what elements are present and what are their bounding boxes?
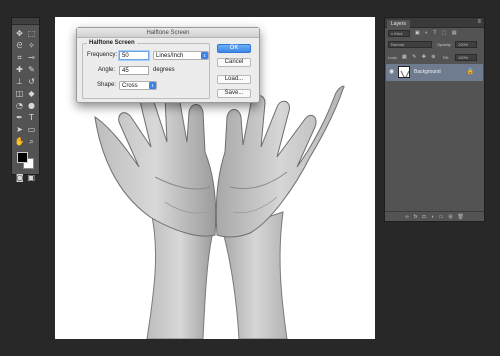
frequency-unit-select[interactable]: Lines/Inch ⇕ bbox=[153, 51, 209, 60]
frequency-label: Frequency: bbox=[87, 52, 118, 58]
layers-panel-footer: ∞ fx ◘ ◑ ▭ ⊞ 🗑 bbox=[385, 211, 484, 221]
layer-name: Background bbox=[414, 69, 441, 75]
layer-style-icon[interactable]: fx bbox=[414, 214, 418, 220]
ok-button[interactable]: OK bbox=[217, 44, 251, 53]
tool-grid: ✥ ⬚ ᘓ ✧ ⌗ ⊸ ✚ ✎ ⊥ ↺ ◫ ◆ ◔ ● ✒ T ➤ ▭ ✋ ⌕ bbox=[12, 25, 39, 147]
opacity-input[interactable]: 100% bbox=[455, 41, 477, 48]
path-selection-tool-icon[interactable]: ➤ bbox=[14, 124, 25, 135]
filter-icons[interactable]: ▣ ◐ T ⬚ ▤ bbox=[415, 30, 459, 36]
kind-filter-value: Kind bbox=[394, 31, 403, 36]
eraser-tool-icon[interactable]: ◫ bbox=[14, 88, 25, 99]
shape-value: Cross bbox=[122, 83, 138, 89]
mode-row: ◙ ▣ bbox=[12, 171, 39, 184]
screen-mode-icon[interactable]: ▣ bbox=[28, 172, 36, 183]
blur-tool-icon[interactable]: ◔ bbox=[14, 100, 25, 111]
shape-select[interactable]: Cross ⇕ bbox=[119, 81, 157, 90]
marquee-tool-icon[interactable]: ⬚ bbox=[26, 28, 37, 39]
paint-bucket-tool-icon[interactable]: ◆ bbox=[26, 88, 37, 99]
angle-unit-label: degrees bbox=[153, 67, 175, 73]
adjustment-layer-icon[interactable]: ◑ bbox=[431, 214, 434, 220]
fill-input[interactable]: 100% bbox=[455, 54, 477, 61]
load-button[interactable]: Load... bbox=[217, 75, 251, 84]
shape-label: Shape: bbox=[97, 82, 117, 88]
zoom-tool-icon[interactable]: ⌕ bbox=[26, 136, 37, 147]
hand-tool-icon[interactable]: ✋ bbox=[14, 136, 25, 147]
foreground-color-swatch[interactable] bbox=[17, 152, 28, 163]
group-title: Halftone Screen bbox=[87, 40, 137, 46]
type-tool-icon[interactable]: T bbox=[26, 112, 37, 123]
lock-icon: 🔒 bbox=[466, 69, 474, 75]
color-swatches bbox=[12, 149, 39, 171]
tab-layers[interactable]: Layers bbox=[387, 20, 411, 28]
kind-filter-select[interactable]: ⌕ Kind bbox=[388, 30, 410, 37]
search-icon: ⌕ bbox=[391, 31, 394, 36]
layers-panel-header: Layers ≡ bbox=[385, 18, 484, 28]
select-arrows-icon: ⇕ bbox=[201, 52, 208, 59]
angle-input[interactable]: 45 bbox=[119, 66, 149, 75]
crop-tool-icon[interactable]: ⌗ bbox=[14, 52, 25, 63]
save-button[interactable]: Save... bbox=[217, 89, 251, 98]
lock-icons[interactable]: ▦ ✎ ✥ ⊕ bbox=[402, 54, 437, 60]
halftone-screen-dialog: Halftone Screen Halftone Screen Frequenc… bbox=[76, 27, 260, 103]
frequency-unit-value: Lines/Inch bbox=[156, 53, 184, 59]
brush-tool-icon[interactable]: ✎ bbox=[26, 64, 37, 75]
lock-row: Lock: ▦ ✎ ✥ ⊕ Fill: 100% bbox=[385, 52, 484, 63]
select-arrows-icon: ⇕ bbox=[149, 82, 156, 89]
blend-row: Normal Opacity: 100% bbox=[385, 39, 484, 50]
eyedropper-tool-icon[interactable]: ⊸ bbox=[26, 52, 37, 63]
add-mask-icon[interactable]: ◘ bbox=[423, 214, 426, 220]
rectangle-tool-icon[interactable]: ▭ bbox=[26, 124, 37, 135]
layer-background[interactable]: ◉ Background 🔒 bbox=[386, 64, 483, 81]
hands-thumbnail-icon bbox=[400, 70, 409, 77]
move-tool-icon[interactable]: ✥ bbox=[14, 28, 25, 39]
layers-panel: Layers ≡ ⌕ Kind ▣ ◐ T ⬚ ▤ Normal Opacity… bbox=[384, 17, 485, 222]
tools-panel-grip[interactable] bbox=[12, 18, 39, 25]
layer-thumbnail bbox=[398, 66, 410, 78]
halftone-options-group: Halftone Screen Frequency: 50 Lines/Inch… bbox=[82, 40, 210, 99]
filter-row: ⌕ Kind ▣ ◐ T ⬚ ▤ bbox=[385, 28, 484, 39]
cancel-button[interactable]: Cancel bbox=[217, 58, 251, 67]
tools-panel: ✥ ⬚ ᘓ ✧ ⌗ ⊸ ✚ ✎ ⊥ ↺ ◫ ◆ ◔ ● ✒ T ➤ ▭ ✋ ⌕ … bbox=[11, 17, 40, 181]
lasso-tool-icon[interactable]: ᘓ bbox=[14, 40, 25, 51]
fill-label: Fill: bbox=[443, 55, 450, 60]
link-layers-icon[interactable]: ∞ bbox=[405, 214, 409, 220]
new-group-icon[interactable]: ▭ bbox=[439, 214, 444, 220]
dodge-tool-icon[interactable]: ● bbox=[26, 100, 37, 111]
frequency-input[interactable]: 50 bbox=[119, 51, 149, 60]
quick-mask-icon[interactable]: ◙ bbox=[16, 172, 24, 183]
panel-menu-icon[interactable]: ≡ bbox=[477, 19, 481, 25]
delete-layer-icon[interactable]: 🗑 bbox=[458, 214, 464, 220]
opacity-label: Opacity: bbox=[437, 42, 452, 47]
pen-tool-icon[interactable]: ✒ bbox=[14, 112, 25, 123]
angle-label: Angle: bbox=[98, 67, 116, 73]
healing-brush-tool-icon[interactable]: ✚ bbox=[14, 64, 25, 75]
history-brush-tool-icon[interactable]: ↺ bbox=[26, 76, 37, 87]
blend-mode-select[interactable]: Normal bbox=[388, 41, 432, 48]
visibility-eye-icon[interactable]: ◉ bbox=[389, 68, 394, 75]
new-layer-icon[interactable]: ⊞ bbox=[448, 214, 452, 220]
dialog-title: Halftone Screen bbox=[77, 28, 259, 38]
lock-label: Lock: bbox=[388, 55, 398, 60]
magic-wand-tool-icon[interactable]: ✧ bbox=[26, 40, 37, 51]
clone-stamp-tool-icon[interactable]: ⊥ bbox=[14, 76, 25, 87]
